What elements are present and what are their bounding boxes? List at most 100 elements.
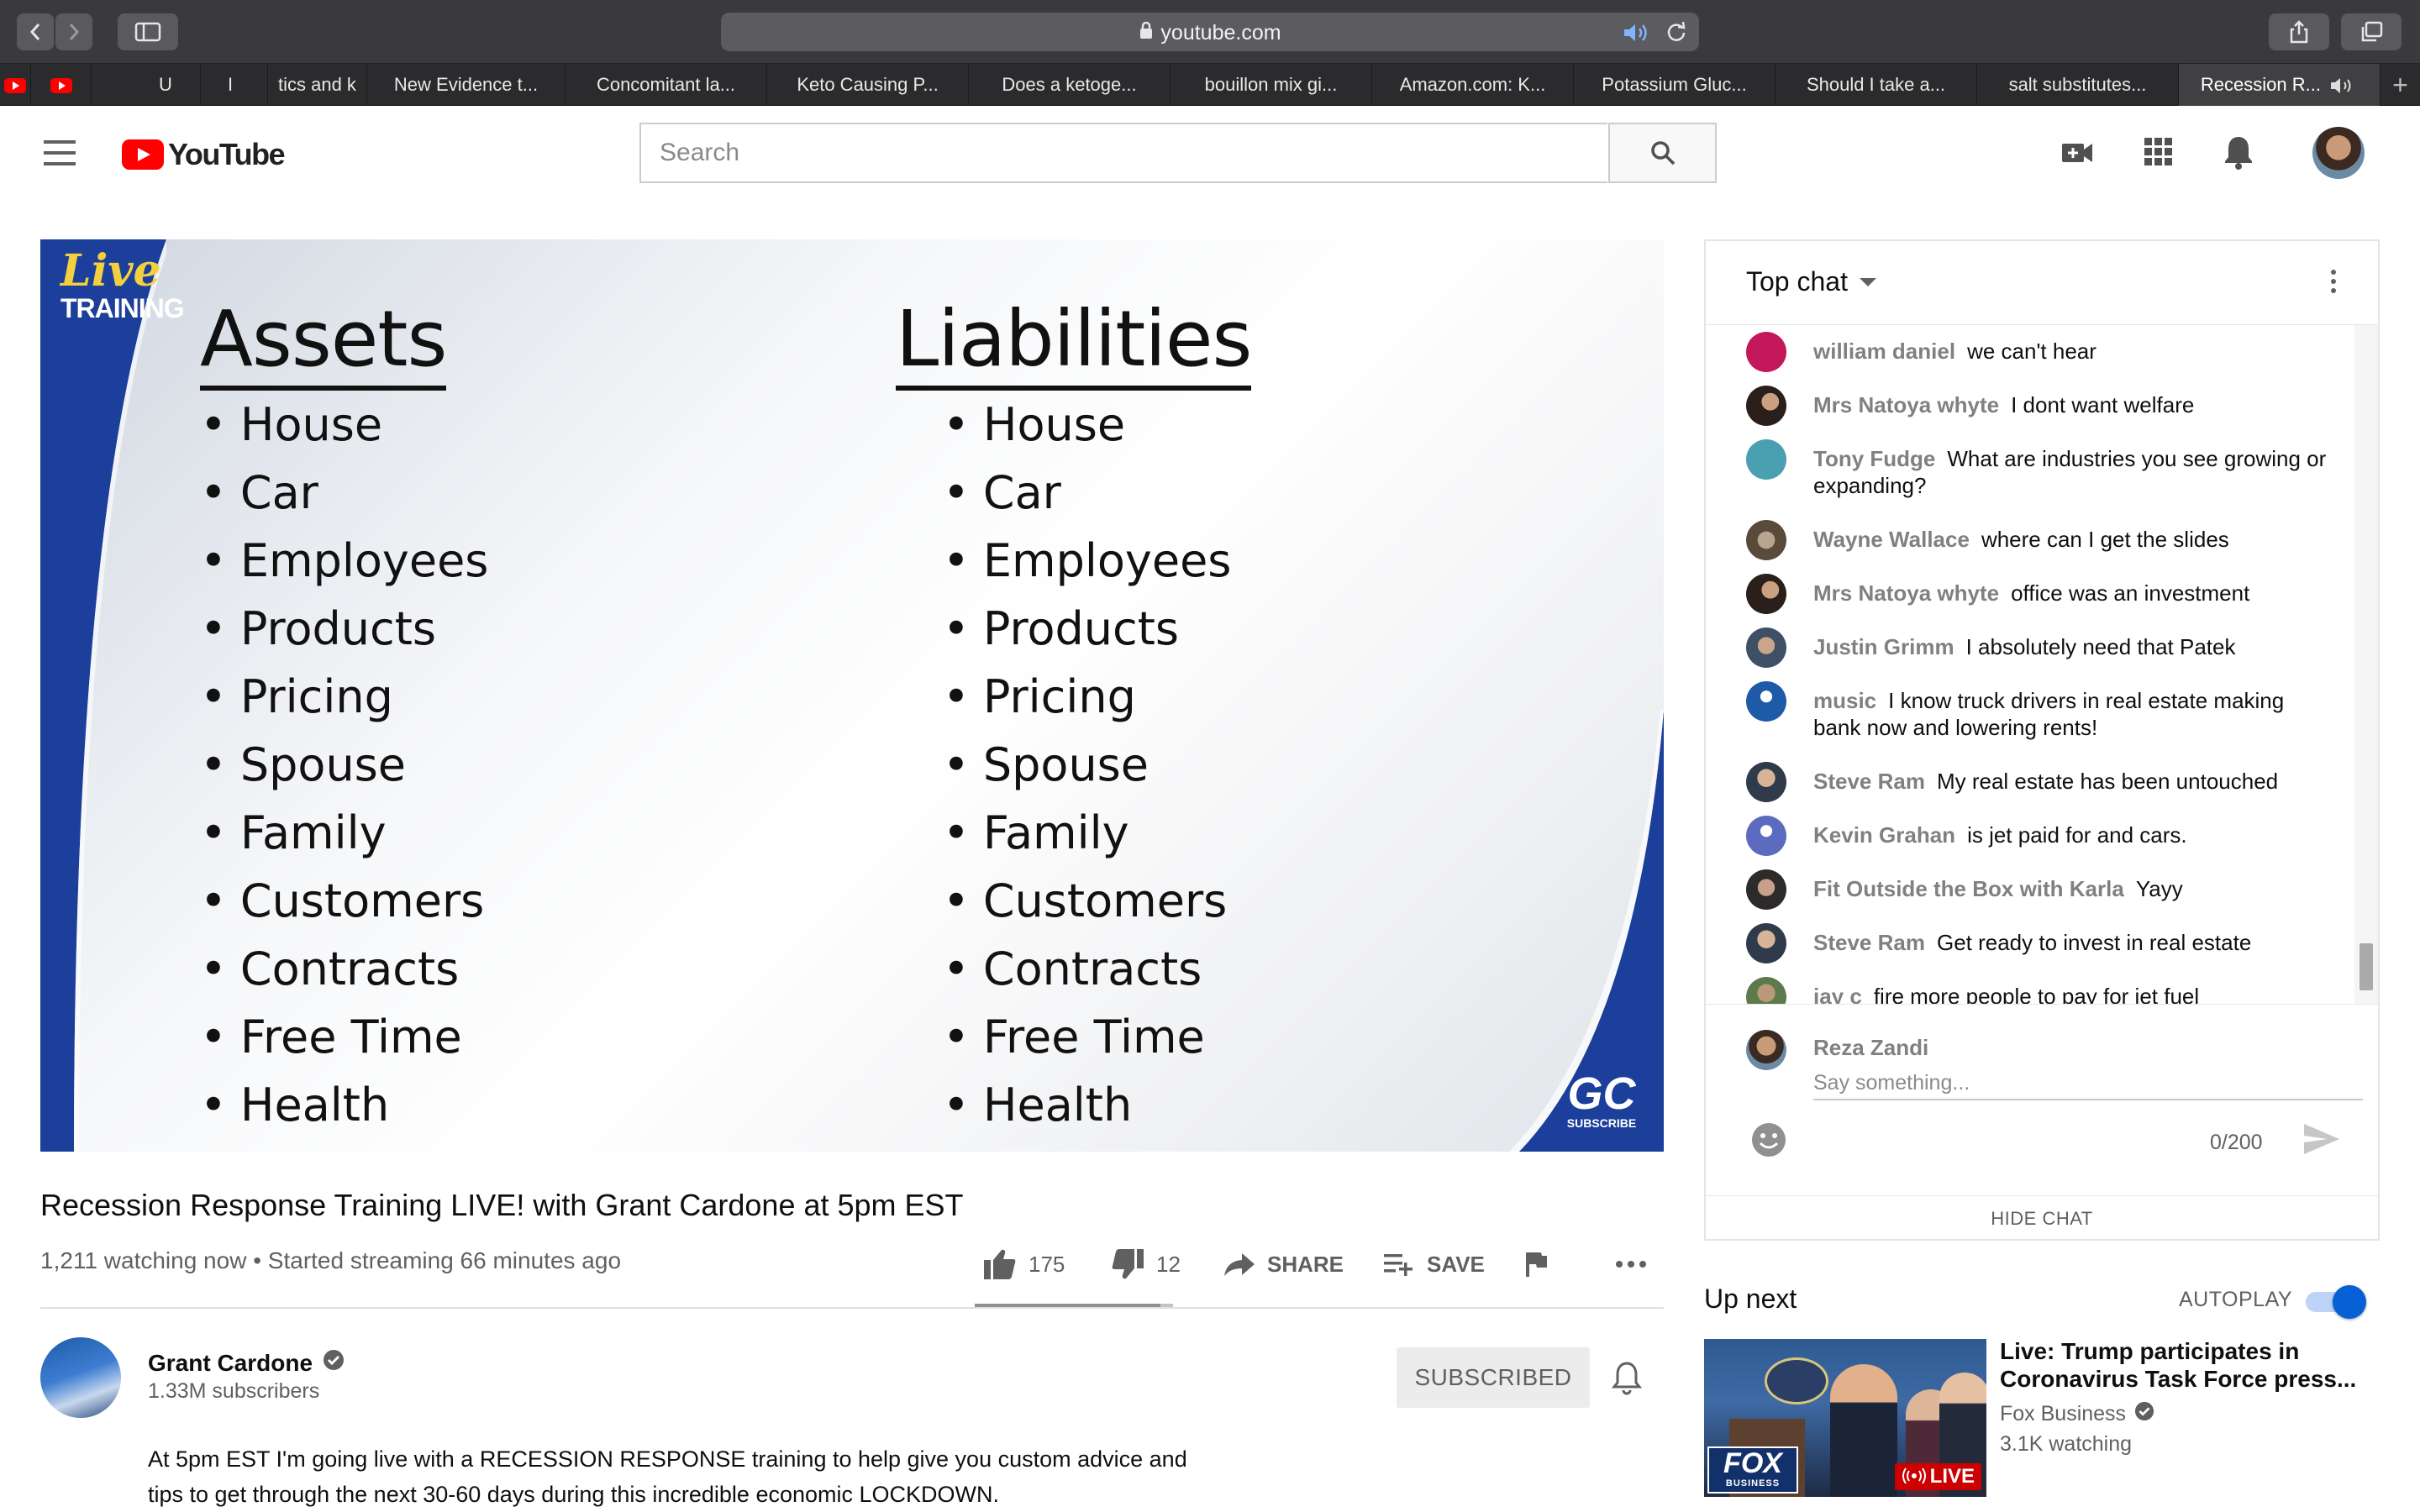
sidebar-toggle-button[interactable] [118,13,178,50]
chat-avatar[interactable] [1746,520,1786,560]
video-player[interactable]: Live TRAINING Assets House Car Employees… [40,239,1664,1152]
chat-avatar[interactable] [1746,574,1786,614]
tab-13[interactable]: Should I take a... [1775,64,1976,106]
channel-avatar[interactable] [40,1337,121,1418]
report-button[interactable] [1524,1243,1548,1285]
chat-input[interactable] [1813,1067,2363,1100]
address-bar[interactable]: youtube.com [721,13,1699,51]
chat-avatar[interactable] [1746,627,1786,668]
chat-author[interactable]: Fit Outside the Box with Karla [1813,876,2124,901]
chat-author[interactable]: Mrs Natoya whyte [1813,392,1999,417]
chat-message: Mrs Natoya whyte I dont want welfare [1746,386,2334,426]
chat-message: Wayne Wallace where can I get the slides [1746,520,2334,560]
youtube-logo[interactable]: YouTube [122,137,286,172]
fox-logo-text: FOX [1723,1447,1782,1479]
chat-author[interactable]: Wayne Wallace [1813,527,1970,552]
tab-6[interactable]: New Evidence t... [366,64,565,106]
chat-author[interactable]: Mrs Natoya whyte [1813,580,1999,606]
list-item: House [200,391,488,459]
chat-scrollbar[interactable] [2354,325,2378,1004]
reload-icon[interactable] [1665,21,1687,47]
tab-5[interactable]: tics and k [267,64,366,106]
channel-notifications-button[interactable] [1611,1359,1643,1400]
tab-12[interactable]: Potassium Gluc... [1573,64,1775,106]
tab-pinned-youtube-2[interactable] [30,64,91,106]
tab-8[interactable]: Keto Causing P... [766,64,968,106]
tab-4[interactable]: I [200,64,267,106]
current-user-name: Reza Zandi [1813,1035,1929,1060]
chat-avatar[interactable] [1746,762,1786,802]
send-button[interactable] [2302,1122,2341,1160]
tab-pinned-youtube-1[interactable] [0,64,30,106]
chat-avatar[interactable] [1746,923,1786,963]
chat-author[interactable]: Steve Ram [1813,930,1925,955]
more-actions-button[interactable] [1615,1243,1647,1285]
grant-cardone-watermark[interactable]: GC SUBSCRIBE [1556,1071,1647,1138]
chat-avatar[interactable] [1746,869,1786,910]
chat-text: fire more people to pay for jet fuel [1873,984,2200,1004]
watermark-subscribe-text: SUBSCRIBE [1566,1116,1637,1130]
fox-business-logo: FOX BUSINESS [1707,1446,1798,1494]
up-next-heading: Up next [1704,1284,1797,1314]
tab-audio-icon[interactable] [2329,77,2358,94]
autoplay-toggle[interactable] [2301,1285,2366,1319]
chat-avatar[interactable] [1746,439,1786,480]
tab-7[interactable]: Concomitant la... [565,64,766,106]
chat-avatar[interactable] [1746,977,1786,1004]
chat-author[interactable]: Kevin Grahan [1813,822,1955,848]
hide-chat-button[interactable]: HIDE CHAT [1706,1195,2378,1241]
notifications-button[interactable] [2223,134,2254,175]
save-button[interactable]: SAVE [1383,1243,1485,1285]
channel-name[interactable]: Grant Cardone [148,1350,313,1377]
up-next-title[interactable]: Live: Trump participates in Coronavirus … [2000,1337,2370,1393]
chat-scrollbar-thumb[interactable] [2360,943,2373,990]
browser-toolbar: youtube.com [0,0,2420,64]
channel-name-row[interactable]: Grant Cardone [148,1349,345,1377]
audio-playing-icon[interactable] [1622,23,1652,47]
chat-message: Steve Ram My real estate has been untouch… [1746,762,2334,802]
youtube-play-icon [122,139,164,170]
apps-button[interactable] [2143,136,2175,172]
search-button[interactable] [1608,123,1717,183]
tab-10[interactable]: bouillon mix gi... [1170,64,1371,106]
chat-avatar[interactable] [1746,332,1786,372]
menu-icon[interactable] [44,140,76,165]
share-page-button[interactable] [2269,13,2329,50]
liabilities-heading: Liabilities [896,294,1252,391]
chat-avatar[interactable] [1746,816,1786,856]
chat-author[interactable]: william daniel [1813,339,1955,364]
chat-author[interactable]: Justin Grimm [1813,634,1954,659]
badge-training-text: TRAINING [60,293,185,323]
back-button[interactable] [17,13,54,50]
tab-overview-button[interactable] [2341,13,2402,50]
tab-active[interactable]: Recession R... [2178,64,2380,106]
new-tab-button[interactable]: + [2380,64,2420,106]
search-box [639,123,1717,183]
subscribed-button[interactable]: SUBSCRIBED [1397,1347,1590,1408]
chat-author[interactable]: Steve Ram [1813,769,1925,794]
forward-button[interactable] [55,13,92,50]
verified-icon [2134,1401,2154,1427]
share-button[interactable]: SHARE [1223,1243,1344,1285]
tab-14[interactable]: salt substitutes... [1976,64,2178,106]
up-next-thumbnail[interactable]: FOX BUSINESS LIVE [1704,1339,1986,1497]
chat-text: we can't hear [1967,339,2096,364]
chat-avatar[interactable] [1746,386,1786,426]
emoji-button[interactable] [1749,1121,1788,1163]
create-video-button[interactable] [2060,136,2094,174]
more-vertical-icon[interactable] [2331,270,2338,297]
chat-author[interactable]: music [1813,688,1876,713]
user-avatar[interactable] [2312,127,2365,179]
dislike-button[interactable]: 12 [1111,1243,1181,1285]
chat-author[interactable]: jay c [1813,984,1862,1004]
chat-mode-dropdown[interactable]: Top chat [1746,266,1876,297]
like-button[interactable]: 175 [983,1243,1065,1285]
chat-author[interactable]: Tony Fudge [1813,446,1935,471]
tab-11[interactable]: Amazon.com: K... [1371,64,1573,106]
search-input[interactable] [641,124,1607,181]
tab-3[interactable]: U [91,64,200,106]
chat-avatar[interactable] [1746,681,1786,722]
live-training-badge: Live TRAINING [60,249,185,323]
tab-9[interactable]: Does a ketoge... [968,64,1170,106]
chat-message-list: william daniel we can't hear Mrs Natoya w… [1706,325,2353,1004]
